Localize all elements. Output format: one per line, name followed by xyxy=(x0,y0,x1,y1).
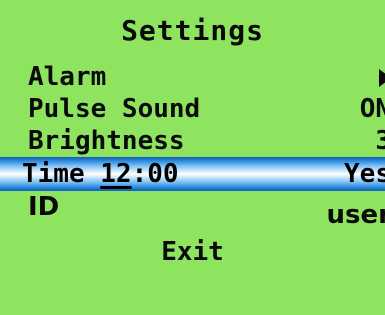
menu-item-label: Pulse Sound xyxy=(28,94,201,124)
menu-item-value: ON xyxy=(359,94,385,124)
time-minute-field: :00 xyxy=(131,159,179,189)
page-title: Settings xyxy=(121,14,264,47)
menu-item-label: Time 12:00 xyxy=(22,157,179,191)
time-label-prefix: Time xyxy=(22,159,101,189)
menu-item-alarm[interactable]: Alarm xyxy=(0,60,385,94)
play-arrow-icon xyxy=(379,69,385,87)
exit-button[interactable]: Exit xyxy=(0,235,385,269)
menu-item-label: Alarm xyxy=(28,62,107,92)
menu-item-label: Brightness xyxy=(28,126,185,156)
menu-item-value: 3 xyxy=(375,126,385,156)
menu-item-brightness[interactable]: Brightness 3 xyxy=(0,124,385,158)
settings-screen: Settings Alarm Pulse Sound ON Brightness… xyxy=(0,0,385,315)
menu-item-label: ID xyxy=(28,192,60,222)
menu-item-pulse-sound[interactable]: Pulse Sound ON xyxy=(0,92,385,126)
menu-item-value: Yes xyxy=(344,159,385,189)
menu-item-time[interactable]: Time 12:00 Yes xyxy=(0,157,385,191)
time-hour-field[interactable]: 12 xyxy=(100,159,131,189)
menu-item-value xyxy=(379,60,385,94)
menu-item-id[interactable]: ID user xyxy=(0,190,385,230)
menu-item-value: user xyxy=(326,200,385,230)
